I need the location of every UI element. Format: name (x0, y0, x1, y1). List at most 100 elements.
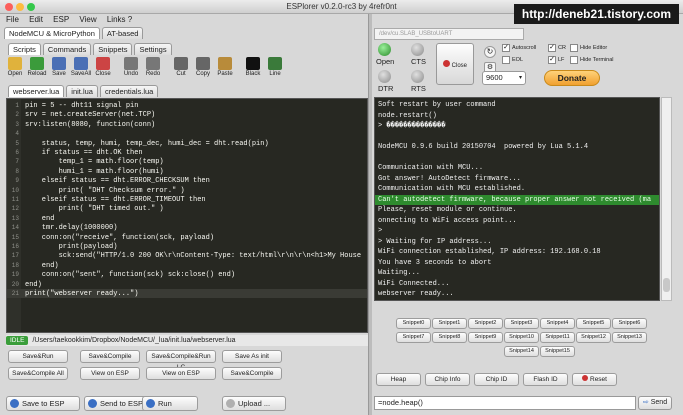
action-button-0-0[interactable]: Save&Run (8, 350, 68, 363)
chip-button-heap[interactable]: Heap (376, 373, 421, 386)
terminal-line: Communication with MCU... (378, 164, 484, 172)
chip-button-flash-id[interactable]: Flash ID (523, 373, 568, 386)
action-button-1-0[interactable]: Save&Compile All (8, 367, 68, 380)
tab-snippets[interactable]: Snippets (93, 43, 133, 55)
toolbar-label: Save (52, 71, 66, 77)
toolbar-save-button[interactable]: Save (48, 56, 70, 82)
hide-editor-checkbox[interactable]: Hide Editor (570, 44, 607, 52)
rts-label[interactable]: RTS (411, 84, 426, 93)
action-button-0-1[interactable]: Save&Compile (80, 350, 140, 363)
action-button-1-1[interactable]: View on ESP (80, 367, 140, 380)
menu-esp[interactable]: ESP (53, 15, 69, 24)
chip-button-chip-id[interactable]: Chip ID (474, 373, 519, 386)
action-button-0-3[interactable]: Save As init (222, 350, 282, 363)
code-line: 11 elseif status == dht.ERROR_TIMEOUT th… (7, 195, 367, 204)
snippet-button-0[interactable]: Snippet0 (396, 318, 431, 329)
tab-settings[interactable]: Settings (134, 43, 172, 55)
chip-button-chip-info[interactable]: Chip Info (425, 373, 470, 386)
tab-at-based[interactable]: AT-based (101, 27, 144, 39)
save-to-esp-button[interactable]: Save to ESP (6, 396, 80, 411)
hide-terminal-checkbox[interactable]: Hide Terminal (570, 56, 614, 64)
toolbar-redo-button[interactable]: Redo (142, 56, 164, 82)
toolbar-cut-button[interactable]: Cut (170, 56, 192, 82)
tab-scripts[interactable]: Scripts (8, 43, 41, 55)
snippet-button-15[interactable]: Snippet15 (540, 346, 575, 357)
lf-checkbox[interactable]: ✓ LF (548, 56, 564, 64)
terminal-line: webserver ready... (378, 290, 454, 298)
eol-checkbox[interactable]: EOL (502, 56, 523, 64)
toolbar-label: Copy (195, 71, 210, 77)
tab-nodemcu[interactable]: NodeMCU & MicroPython (4, 27, 100, 39)
send-button[interactable]: ⇨ Send (638, 396, 672, 410)
split-divider[interactable] (368, 14, 372, 415)
snippet-button-7[interactable]: Snippet7 (396, 332, 431, 343)
toolbar-saveall-button[interactable]: SaveAll (70, 56, 92, 82)
code-line: 17 sck:send("HTTP/1.0 200 OK\r\nContent-… (7, 251, 367, 260)
scrollbar-thumb[interactable] (663, 278, 670, 292)
donate-button[interactable]: Donate (544, 70, 600, 86)
snippet-button-5[interactable]: Snippet5 (576, 318, 611, 329)
terminal-scrollbar[interactable] (661, 97, 672, 301)
snippet-button-13[interactable]: Snippet13 (612, 332, 647, 343)
line-number: 16 (11, 243, 19, 250)
dtr-label[interactable]: DTR (378, 84, 393, 93)
toolbar-label: Close (95, 71, 111, 77)
file-tab-credentials[interactable]: credentials.lua (99, 85, 159, 97)
zoom-window-icon[interactable] (27, 3, 35, 11)
code-line: 2 srv = net.createServer(net.TCP) (7, 110, 367, 119)
menu-edit[interactable]: Edit (29, 15, 43, 24)
baud-select[interactable]: 9600 ▾ (482, 71, 526, 85)
snippet-button-14[interactable]: Snippet14 (504, 346, 539, 357)
snippet-button-4[interactable]: Snippet4 (540, 318, 575, 329)
terminal-output[interactable]: Soft restart by user command node.restart… (374, 97, 660, 301)
terminal-line: NodeMCU 0.9.6 build 20150704 powered by … (378, 143, 589, 151)
snippet-button-1[interactable]: Snippet1 (432, 318, 467, 329)
command-input[interactable]: =node.heap() (374, 396, 636, 410)
menu-links[interactable]: Links ? (107, 15, 132, 24)
line-number: 7 (15, 158, 19, 166)
port-select[interactable]: /dev/cu.SLAB_USBtoUART (374, 28, 524, 40)
toolbar-copy-button[interactable]: Copy (192, 56, 214, 82)
toolbar-open-button[interactable]: Open (4, 56, 26, 82)
action-button-0-2[interactable]: Save&Compile&Run LC (146, 350, 216, 371)
menubar: File Edit ESP View Links ? (0, 14, 370, 26)
run-button[interactable]: Run (142, 396, 198, 411)
chip-button-reset[interactable]: Reset (572, 373, 617, 386)
menu-file[interactable]: File (6, 15, 19, 24)
open-label[interactable]: Open (376, 57, 394, 66)
action-button-1-3[interactable]: Save&Compile (222, 367, 282, 380)
snippet-button-6[interactable]: Snippet6 (612, 318, 647, 329)
refresh-ports-icon[interactable]: ↻ (484, 46, 496, 58)
toolbar-close-button[interactable]: Close (92, 56, 114, 82)
snippet-button-11[interactable]: Snippet11 (540, 332, 575, 343)
file-tab-init[interactable]: init.lua (66, 85, 98, 97)
toolbar-black-button[interactable]: Black (242, 56, 264, 82)
toolbar-undo-button[interactable]: Undo (120, 56, 142, 82)
code-text: pin = 5 -- dht11 signal pin (25, 102, 139, 110)
file-tab-webserver[interactable]: webserver.lua (8, 85, 65, 97)
tab-commands[interactable]: Commands (42, 43, 92, 55)
minimize-window-icon[interactable] (16, 3, 24, 11)
toolbar-line-button[interactable]: Line (264, 56, 286, 82)
close-window-icon[interactable] (5, 3, 13, 11)
code-text: srv = net.createServer(net.TCP) (25, 111, 156, 120)
autoscroll-checkbox[interactable]: ✓ Autoscroll (502, 44, 536, 52)
code-editor[interactable]: 1 pin = 5 -- dht11 signal pin 2 srv = net.c… (6, 98, 368, 333)
action-button-1-2[interactable]: View on ESP (146, 367, 216, 380)
snippet-button-8[interactable]: Snippet8 (432, 332, 467, 343)
upload-button[interactable]: Upload ... (222, 396, 286, 411)
menu-view[interactable]: View (79, 15, 96, 24)
close-icon (96, 57, 110, 70)
snippet-button-3[interactable]: Snippet3 (504, 318, 539, 329)
cr-checkbox[interactable]: ✓ CR (548, 44, 566, 52)
toolbar-reload-button[interactable]: Reload (26, 56, 48, 82)
close-port-button[interactable]: Close (436, 43, 474, 85)
snippet-button-10[interactable]: Snippet10 (504, 332, 539, 343)
toolbar-label: Cut (176, 71, 186, 77)
snippet-button-2[interactable]: Snippet2 (468, 318, 503, 329)
snippet-button-12[interactable]: Snippet12 (576, 332, 611, 343)
toolbar-label: Line (269, 71, 281, 77)
cts-led-icon (411, 43, 424, 56)
toolbar-paste-button[interactable]: Paste (214, 56, 236, 82)
snippet-button-9[interactable]: Snippet9 (468, 332, 503, 343)
